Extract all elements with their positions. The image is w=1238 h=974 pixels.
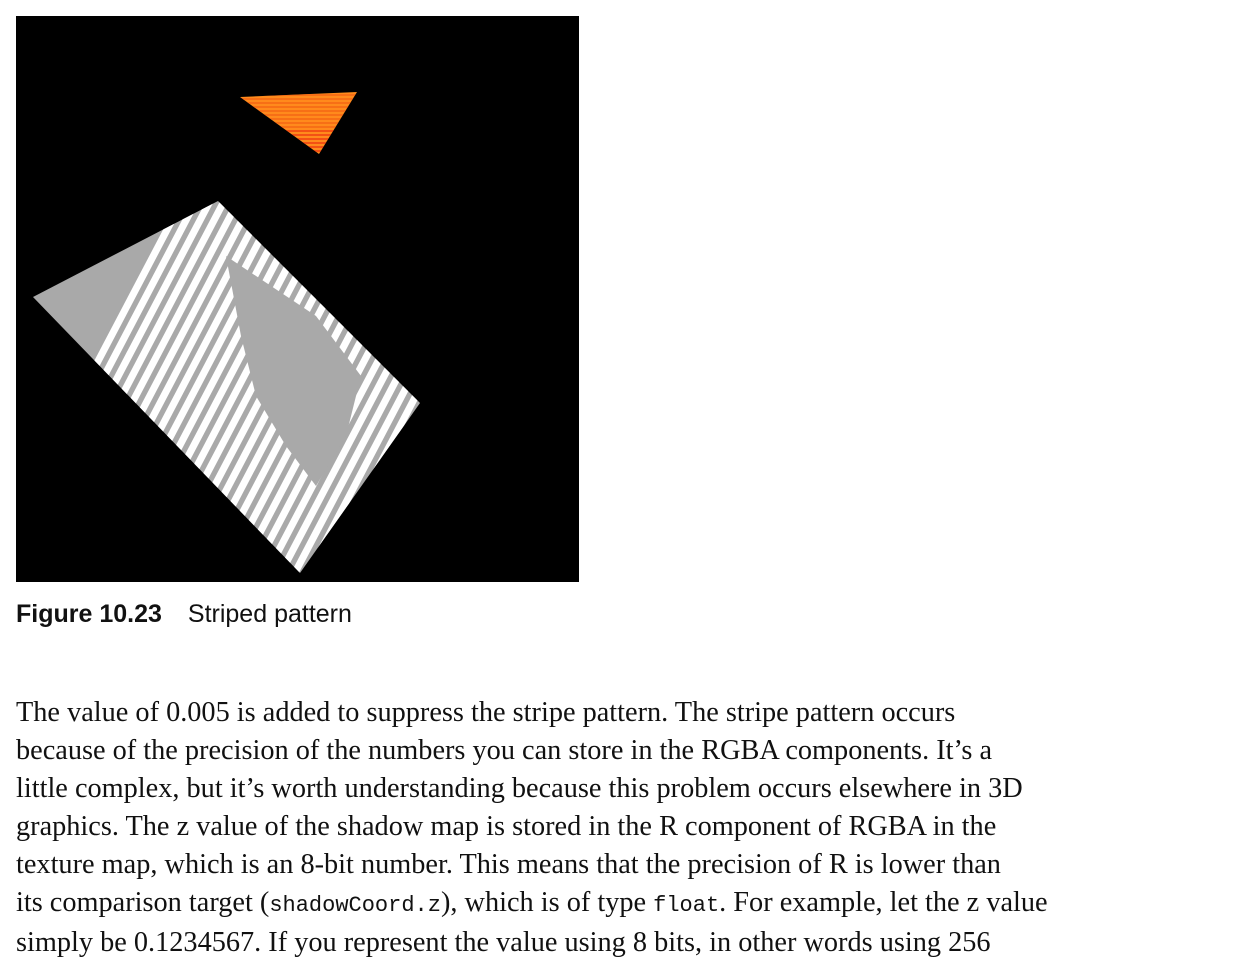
text-line: graphics. The z value of the shadow map … xyxy=(16,810,997,842)
figure-caption: Figure 10.23 Striped pattern xyxy=(16,600,352,629)
text-segment: ), which is of type xyxy=(440,886,654,918)
text-line: because of the precision of the numbers … xyxy=(16,734,993,766)
text-segment: . For example, let the z value xyxy=(719,886,1048,918)
triangle-stripe xyxy=(240,98,357,100)
figure-image xyxy=(16,16,579,582)
text-line: little complex, but it’s worth understan… xyxy=(16,772,1023,804)
text-line: its comparison target (shadowCoord.z), w… xyxy=(16,884,1231,925)
inline-code: shadowCoord.z xyxy=(269,892,441,918)
text-line: texture map, which is an 8-bit number. T… xyxy=(16,848,1001,880)
figure-number: Figure 10.23 xyxy=(16,600,162,628)
text-line: simply be 0.1234567. If you represent th… xyxy=(16,927,991,959)
figure-title: Striped pattern xyxy=(187,600,352,628)
text-segment: its comparison target ( xyxy=(16,886,270,918)
body-paragraph: The value of 0.005 is added to suppress … xyxy=(16,694,1231,962)
inline-code: float xyxy=(653,892,720,918)
text-line: The value of 0.005 is added to suppress … xyxy=(16,697,956,728)
triangle-stripe xyxy=(240,102,357,104)
striped-shadow-render xyxy=(16,16,579,582)
